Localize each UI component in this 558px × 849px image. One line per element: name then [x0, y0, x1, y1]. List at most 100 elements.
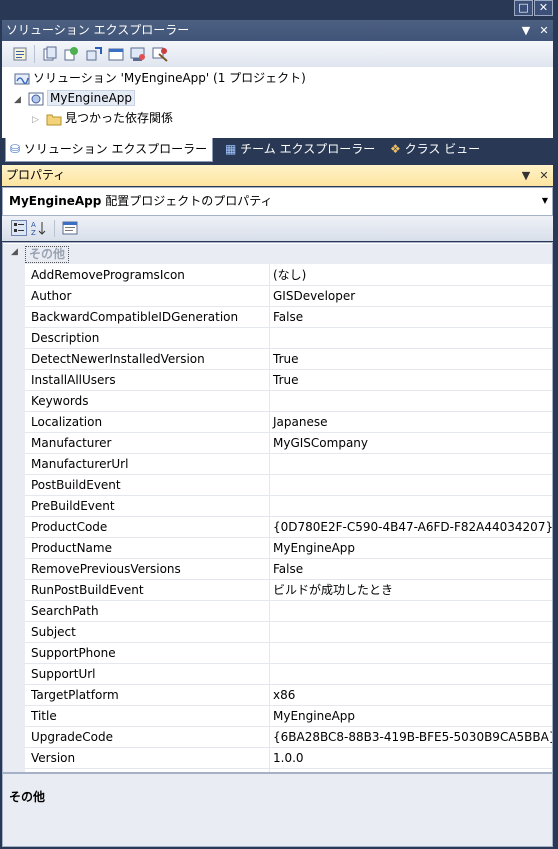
property-row[interactable]: DetectNewerInstalledVersion True	[25, 349, 552, 370]
properties-icon[interactable]	[12, 46, 28, 62]
property-name: DetectNewerInstalledVersion	[31, 352, 205, 366]
property-name: AddRemoveProgramsIcon	[31, 268, 185, 282]
category-collapse-icon[interactable]: ◢	[11, 247, 25, 257]
close-window-button[interactable]: ✕	[534, 0, 553, 16]
property-row[interactable]: ProductCode {0D780E2F-C590-4B47-A6FD-F82A…	[25, 517, 552, 538]
property-value[interactable]: MyGISCompany	[273, 433, 368, 453]
property-value[interactable]: (なし)	[273, 265, 306, 285]
property-row[interactable]: InstallAllUsers True	[25, 370, 552, 391]
tab-team-explorer[interactable]: ▦ チーム エクスプローラー	[221, 138, 380, 161]
property-name: PreBuildEvent	[31, 499, 115, 513]
property-value[interactable]: {6BA28BC8-88B3-419B-BFE5-5030B9CA5BBA}	[273, 727, 552, 747]
property-name: PostBuildEvent	[31, 478, 121, 492]
property-row[interactable]: RunPostBuildEvent ビルドが成功したとき	[25, 580, 552, 601]
restore-window-button[interactable]: □	[514, 0, 533, 16]
solution-icon	[14, 73, 30, 84]
property-name: Author	[31, 289, 72, 303]
property-row[interactable]: TargetPlatform x86	[25, 685, 552, 706]
description-pane: その他	[2, 773, 553, 847]
property-name: Keywords	[31, 394, 89, 408]
property-row[interactable]: Manufacturer MyGISCompany	[25, 433, 552, 454]
title-strip: □ ✕	[0, 0, 558, 18]
property-row[interactable]: UpgradeCode {6BA28BC8-88B3-419B-BFE5-5030…	[25, 727, 552, 748]
property-row[interactable]: ManufacturerUrl	[25, 454, 552, 475]
property-name: Description	[31, 331, 100, 345]
categorized-icon[interactable]	[11, 220, 27, 236]
property-row[interactable]: Title MyEngineApp	[25, 706, 552, 727]
property-row[interactable]: Keywords	[25, 391, 552, 412]
file-system-editor-icon[interactable]	[130, 46, 146, 62]
property-name: Manufacturer	[31, 436, 112, 450]
tab-class-view[interactable]: ❖ クラス ビュー	[386, 138, 485, 161]
dropdown-arrow-icon[interactable]: ▼	[542, 188, 548, 214]
show-all-files-icon[interactable]	[42, 46, 58, 62]
property-row[interactable]: PreBuildEvent	[25, 496, 552, 517]
tree-item-solution[interactable]: ソリューション 'MyEngineApp' (1 プロジェクト)	[14, 69, 306, 87]
property-value[interactable]: Japanese	[273, 412, 328, 432]
property-value[interactable]: True	[273, 370, 299, 390]
collapse-triangle-icon[interactable]: ◢	[14, 91, 28, 109]
property-row[interactable]: SupportUrl	[25, 664, 552, 685]
property-row[interactable]: SupportPhone	[25, 643, 552, 664]
properties-header: プロパティ ▼ ✕	[2, 165, 553, 186]
property-row[interactable]: RemovePreviousVersions False	[25, 559, 552, 580]
properties-toolbar: AZ	[2, 216, 553, 241]
property-value[interactable]: True	[273, 349, 299, 369]
property-row[interactable]: Localization Japanese	[25, 412, 552, 433]
toolbar-separator	[54, 220, 55, 237]
panel-dropdown-icon[interactable]: ▼	[519, 20, 533, 41]
property-value[interactable]: ビルドが成功したとき	[273, 580, 393, 600]
property-name: Localization	[31, 415, 103, 429]
registry-editor-icon[interactable]	[152, 46, 168, 62]
panel-close-icon[interactable]: ✕	[537, 165, 551, 186]
property-value[interactable]: False	[273, 559, 303, 579]
property-row[interactable]: Subject	[25, 622, 552, 643]
svg-text:Z: Z	[31, 229, 36, 236]
toolbar-separator	[34, 45, 35, 63]
property-row[interactable]: SearchPath	[25, 601, 552, 622]
property-value[interactable]: x86	[273, 685, 295, 705]
tree-item-dependencies[interactable]: ▷ 見つかった依存関係	[32, 109, 173, 127]
view-code-icon[interactable]	[86, 46, 102, 62]
description-title: その他	[9, 790, 46, 804]
tab-label: チーム エクスプローラー	[240, 142, 376, 156]
property-value[interactable]: {0D780E2F-C590-4B47-A6FD-F82A44034207}	[273, 517, 552, 537]
panel-close-icon[interactable]: ✕	[537, 20, 551, 41]
property-name: Title	[31, 709, 57, 723]
refresh-icon[interactable]	[63, 46, 79, 62]
property-value[interactable]: MyEngineApp	[273, 706, 355, 726]
property-name: ProductCode	[31, 520, 108, 534]
view-designer-icon[interactable]	[108, 46, 124, 62]
solution-label: ソリューション 'MyEngineApp' (1 プロジェクト)	[33, 71, 306, 85]
team-explorer-tab-icon: ▦	[225, 142, 237, 156]
property-row[interactable]: Description	[25, 328, 552, 349]
alphabetical-sort-icon[interactable]: AZ	[31, 220, 47, 236]
property-row[interactable]: Version 1.0.0	[25, 748, 552, 769]
solution-explorer-tab-icon: ⛁	[10, 142, 21, 156]
property-row[interactable]: BackwardCompatibleIDGeneration False	[25, 307, 552, 328]
panel-dropdown-icon[interactable]: ▼	[519, 165, 533, 186]
property-value[interactable]: GISDeveloper	[273, 286, 355, 306]
svg-text:A: A	[31, 221, 36, 229]
property-name: Version	[31, 751, 76, 765]
property-row[interactable]: ProductName MyEngineApp	[25, 538, 552, 559]
expand-triangle-icon[interactable]: ▷	[32, 111, 46, 129]
property-value[interactable]: False	[273, 307, 303, 327]
tab-solution-explorer[interactable]: ⛁ ソリューション エクスプローラー	[5, 138, 214, 162]
category-row[interactable]: ◢ その他	[3, 244, 552, 264]
property-value[interactable]: MyEngineApp	[273, 538, 355, 558]
property-row[interactable]: PostBuildEvent	[25, 475, 552, 496]
properties-title: プロパティ	[6, 168, 66, 182]
tree-item-project[interactable]: ◢ MyEngineApp	[14, 89, 136, 109]
grid-margin	[3, 264, 25, 772]
object-type: 配置プロジェクトのプロパティ	[105, 194, 273, 208]
property-name: InstallAllUsers	[31, 373, 116, 387]
property-value[interactable]: 1.0.0	[273, 748, 304, 768]
property-row[interactable]: AddRemoveProgramsIcon (なし)	[25, 265, 552, 286]
setup-project-icon	[28, 92, 44, 105]
property-pages-icon[interactable]	[62, 220, 78, 236]
dependencies-label: 見つかった依存関係	[65, 111, 174, 125]
object-selector-dropdown[interactable]: MyEngineApp 配置プロジェクトのプロパティ ▼	[2, 187, 553, 216]
tab-label: ソリューション エクスプローラー	[23, 142, 208, 156]
property-row[interactable]: Author GISDeveloper	[25, 286, 552, 307]
